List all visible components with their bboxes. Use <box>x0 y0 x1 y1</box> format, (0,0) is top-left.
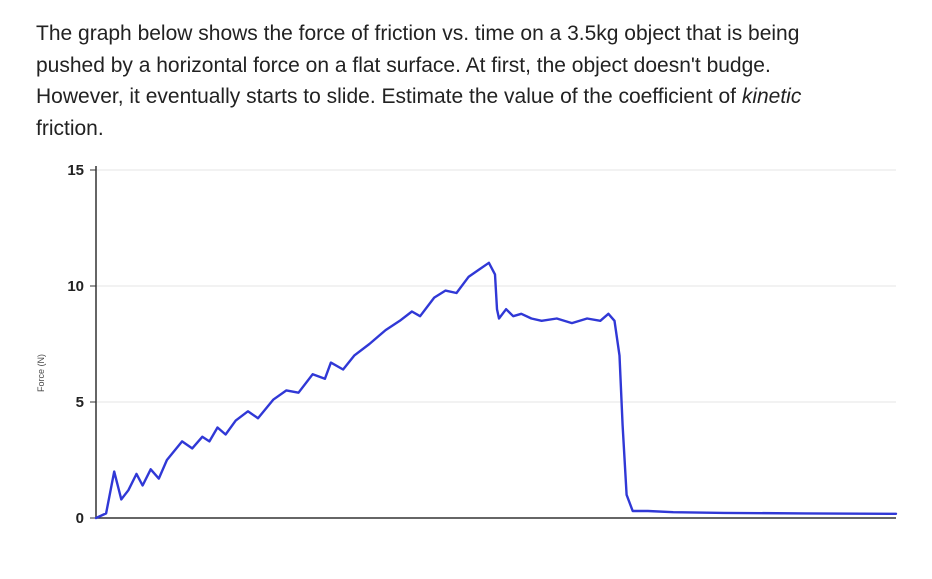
friction-force-chart: 0 5 10 15 <box>36 158 906 548</box>
question-line-1: The graph below shows the force of frict… <box>36 22 799 45</box>
y-tick-label: 10 <box>67 278 84 295</box>
y-axis-label: Force (N) <box>36 354 46 392</box>
y-tick-label: 15 <box>67 162 84 179</box>
question-line-2: pushed by a horizontal force on a flat s… <box>36 54 771 77</box>
y-tick-label: 0 <box>76 510 84 527</box>
question-text: The graph below shows the force of frict… <box>36 18 896 144</box>
question-line-3a: However, it eventually starts to slide. … <box>36 85 742 108</box>
question-line-4: friction. <box>36 117 104 140</box>
chart-container: Force (N) 0 5 10 15 <box>36 158 896 548</box>
question-kinetic: kinetic <box>742 85 802 108</box>
y-tick-label: 5 <box>76 394 84 411</box>
friction-force-line <box>96 263 896 518</box>
